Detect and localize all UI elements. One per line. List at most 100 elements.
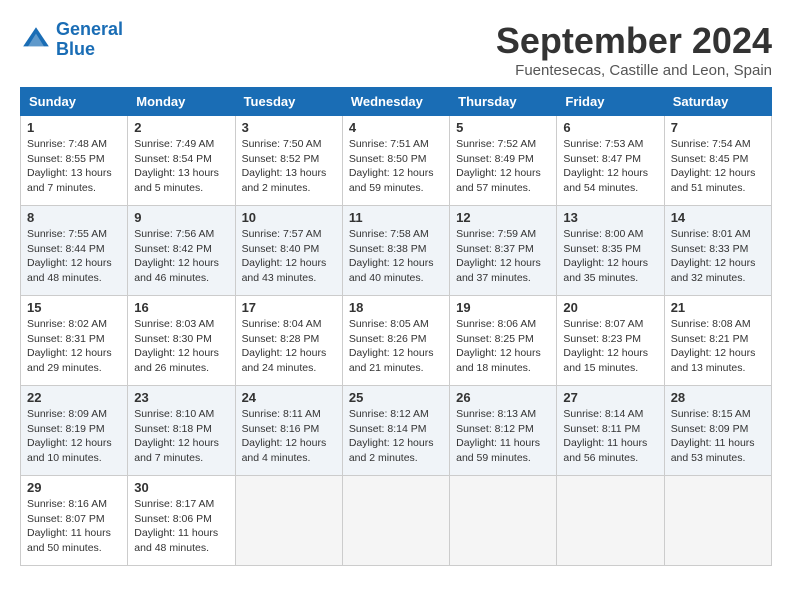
sunset-text: Sunset: 8:37 PM <box>456 242 550 257</box>
day-info: Sunrise: 8:14 AMSunset: 8:11 PMDaylight:… <box>563 407 657 466</box>
sunset-text: Sunset: 8:35 PM <box>563 242 657 257</box>
day-info: Sunrise: 7:58 AMSunset: 8:38 PMDaylight:… <box>349 227 443 286</box>
calendar-cell: 13Sunrise: 8:00 AMSunset: 8:35 PMDayligh… <box>557 206 664 296</box>
calendar-week-row: 8Sunrise: 7:55 AMSunset: 8:44 PMDaylight… <box>21 206 772 296</box>
day-number: 8 <box>27 210 121 225</box>
daylight-text: Daylight: 12 hours and 51 minutes. <box>671 166 765 195</box>
sunrise-text: Sunrise: 7:54 AM <box>671 137 765 152</box>
day-info: Sunrise: 8:13 AMSunset: 8:12 PMDaylight:… <box>456 407 550 466</box>
daylight-text: Daylight: 12 hours and 2 minutes. <box>349 436 443 465</box>
calendar-cell: 14Sunrise: 8:01 AMSunset: 8:33 PMDayligh… <box>664 206 771 296</box>
day-info: Sunrise: 8:03 AMSunset: 8:30 PMDaylight:… <box>134 317 228 376</box>
daylight-text: Daylight: 11 hours and 50 minutes. <box>27 526 121 555</box>
day-number: 17 <box>242 300 336 315</box>
calendar-cell: 22Sunrise: 8:09 AMSunset: 8:19 PMDayligh… <box>21 386 128 476</box>
day-info: Sunrise: 8:15 AMSunset: 8:09 PMDaylight:… <box>671 407 765 466</box>
calendar-week-row: 22Sunrise: 8:09 AMSunset: 8:19 PMDayligh… <box>21 386 772 476</box>
daylight-text: Daylight: 12 hours and 32 minutes. <box>671 256 765 285</box>
logo: General Blue <box>20 20 123 60</box>
day-info: Sunrise: 7:48 AMSunset: 8:55 PMDaylight:… <box>27 137 121 196</box>
daylight-text: Daylight: 12 hours and 43 minutes. <box>242 256 336 285</box>
sunset-text: Sunset: 8:50 PM <box>349 152 443 167</box>
day-info: Sunrise: 7:56 AMSunset: 8:42 PMDaylight:… <box>134 227 228 286</box>
daylight-text: Daylight: 12 hours and 48 minutes. <box>27 256 121 285</box>
daylight-text: Daylight: 12 hours and 15 minutes. <box>563 346 657 375</box>
calendar-cell: 19Sunrise: 8:06 AMSunset: 8:25 PMDayligh… <box>450 296 557 386</box>
calendar-cell <box>450 476 557 566</box>
calendar-cell: 26 Sunrise: 8:13 AMSunset: 8:12 PMDayligh… <box>450 386 557 476</box>
sunset-text: Sunset: 8:54 PM <box>134 152 228 167</box>
day-info: Sunrise: 8:02 AMSunset: 8:31 PMDaylight:… <box>27 317 121 376</box>
calendar-header-row: Sunday Monday Tuesday Wednesday Thursday… <box>21 88 772 116</box>
calendar-cell <box>235 476 342 566</box>
daylight-text: Daylight: 13 hours and 5 minutes. <box>134 166 228 195</box>
day-number: 27 <box>563 390 657 405</box>
sunset-text: Sunset: 8:26 PM <box>349 332 443 347</box>
day-info: Sunrise: 7:59 AMSunset: 8:37 PMDaylight:… <box>456 227 550 286</box>
day-number: 30 <box>134 480 228 495</box>
day-number: 19 <box>456 300 550 315</box>
sunset-text: Sunset: 8:42 PM <box>134 242 228 257</box>
calendar-cell: 27 Sunrise: 8:14 AMSunset: 8:11 PMDayligh… <box>557 386 664 476</box>
calendar-cell <box>664 476 771 566</box>
sunset-text: Sunset: 8:07 PM <box>27 512 121 527</box>
day-info: Sunrise: 8:17 AMSunset: 8:06 PMDaylight:… <box>134 497 228 556</box>
day-number: 7 <box>671 120 765 135</box>
calendar-cell: 17Sunrise: 8:04 AMSunset: 8:28 PMDayligh… <box>235 296 342 386</box>
daylight-text: Daylight: 12 hours and 29 minutes. <box>27 346 121 375</box>
day-info: Sunrise: 8:16 AMSunset: 8:07 PMDaylight:… <box>27 497 121 556</box>
day-number: 11 <box>349 210 443 225</box>
sunset-text: Sunset: 8:45 PM <box>671 152 765 167</box>
sunset-text: Sunset: 8:06 PM <box>134 512 228 527</box>
calendar-body: 1 Sunrise: 7:48 AMSunset: 8:55 PMDaylight… <box>21 116 772 566</box>
day-number: 3 <box>242 120 336 135</box>
calendar-cell: 18Sunrise: 8:05 AMSunset: 8:26 PMDayligh… <box>342 296 449 386</box>
sunset-text: Sunset: 8:52 PM <box>242 152 336 167</box>
day-number: 15 <box>27 300 121 315</box>
day-number: 10 <box>242 210 336 225</box>
calendar-cell: 12Sunrise: 7:59 AMSunset: 8:37 PMDayligh… <box>450 206 557 296</box>
day-number: 25 <box>349 390 443 405</box>
sunset-text: Sunset: 8:19 PM <box>27 422 121 437</box>
day-info: Sunrise: 7:52 AMSunset: 8:49 PMDaylight:… <box>456 137 550 196</box>
sunset-text: Sunset: 8:47 PM <box>563 152 657 167</box>
sunrise-text: Sunrise: 7:57 AM <box>242 227 336 242</box>
header: General Blue September 2024 Fuentesecas,… <box>20 20 772 79</box>
day-number: 26 <box>456 390 550 405</box>
calendar-cell: 28Sunrise: 8:15 AMSunset: 8:09 PMDayligh… <box>664 386 771 476</box>
daylight-text: Daylight: 12 hours and 46 minutes. <box>134 256 228 285</box>
sunrise-text: Sunrise: 8:04 AM <box>242 317 336 332</box>
day-number: 13 <box>563 210 657 225</box>
daylight-text: Daylight: 13 hours and 2 minutes. <box>242 166 336 195</box>
calendar-cell: 4Sunrise: 7:51 AMSunset: 8:50 PMDaylight… <box>342 116 449 206</box>
sunset-text: Sunset: 8:09 PM <box>671 422 765 437</box>
day-number: 23 <box>134 390 228 405</box>
daylight-text: Daylight: 12 hours and 54 minutes. <box>563 166 657 195</box>
calendar-cell: 23Sunrise: 8:10 AMSunset: 8:18 PMDayligh… <box>128 386 235 476</box>
daylight-text: Daylight: 12 hours and 4 minutes. <box>242 436 336 465</box>
sunrise-text: Sunrise: 7:48 AM <box>27 137 121 152</box>
col-tuesday: Tuesday <box>235 88 342 116</box>
day-info: Sunrise: 8:01 AMSunset: 8:33 PMDaylight:… <box>671 227 765 286</box>
daylight-text: Daylight: 12 hours and 10 minutes. <box>27 436 121 465</box>
day-number: 4 <box>349 120 443 135</box>
sunset-text: Sunset: 8:18 PM <box>134 422 228 437</box>
daylight-text: Daylight: 12 hours and 21 minutes. <box>349 346 443 375</box>
sunrise-text: Sunrise: 8:10 AM <box>134 407 228 422</box>
col-saturday: Saturday <box>664 88 771 116</box>
logo-text: General Blue <box>56 20 123 60</box>
calendar-cell: 30 Sunrise: 8:17 AMSunset: 8:06 PMDayligh… <box>128 476 235 566</box>
day-number: 9 <box>134 210 228 225</box>
calendar-cell: 6Sunrise: 7:53 AMSunset: 8:47 PMDaylight… <box>557 116 664 206</box>
daylight-text: Daylight: 12 hours and 59 minutes. <box>349 166 443 195</box>
sunrise-text: Sunrise: 7:55 AM <box>27 227 121 242</box>
main-title: September 2024 <box>496 20 772 62</box>
sunrise-text: Sunrise: 8:03 AM <box>134 317 228 332</box>
daylight-text: Daylight: 12 hours and 35 minutes. <box>563 256 657 285</box>
day-number: 1 <box>27 120 121 135</box>
calendar-cell <box>342 476 449 566</box>
calendar-cell: 25Sunrise: 8:12 AMSunset: 8:14 PMDayligh… <box>342 386 449 476</box>
sunrise-text: Sunrise: 7:50 AM <box>242 137 336 152</box>
sunrise-text: Sunrise: 7:49 AM <box>134 137 228 152</box>
daylight-text: Daylight: 12 hours and 40 minutes. <box>349 256 443 285</box>
